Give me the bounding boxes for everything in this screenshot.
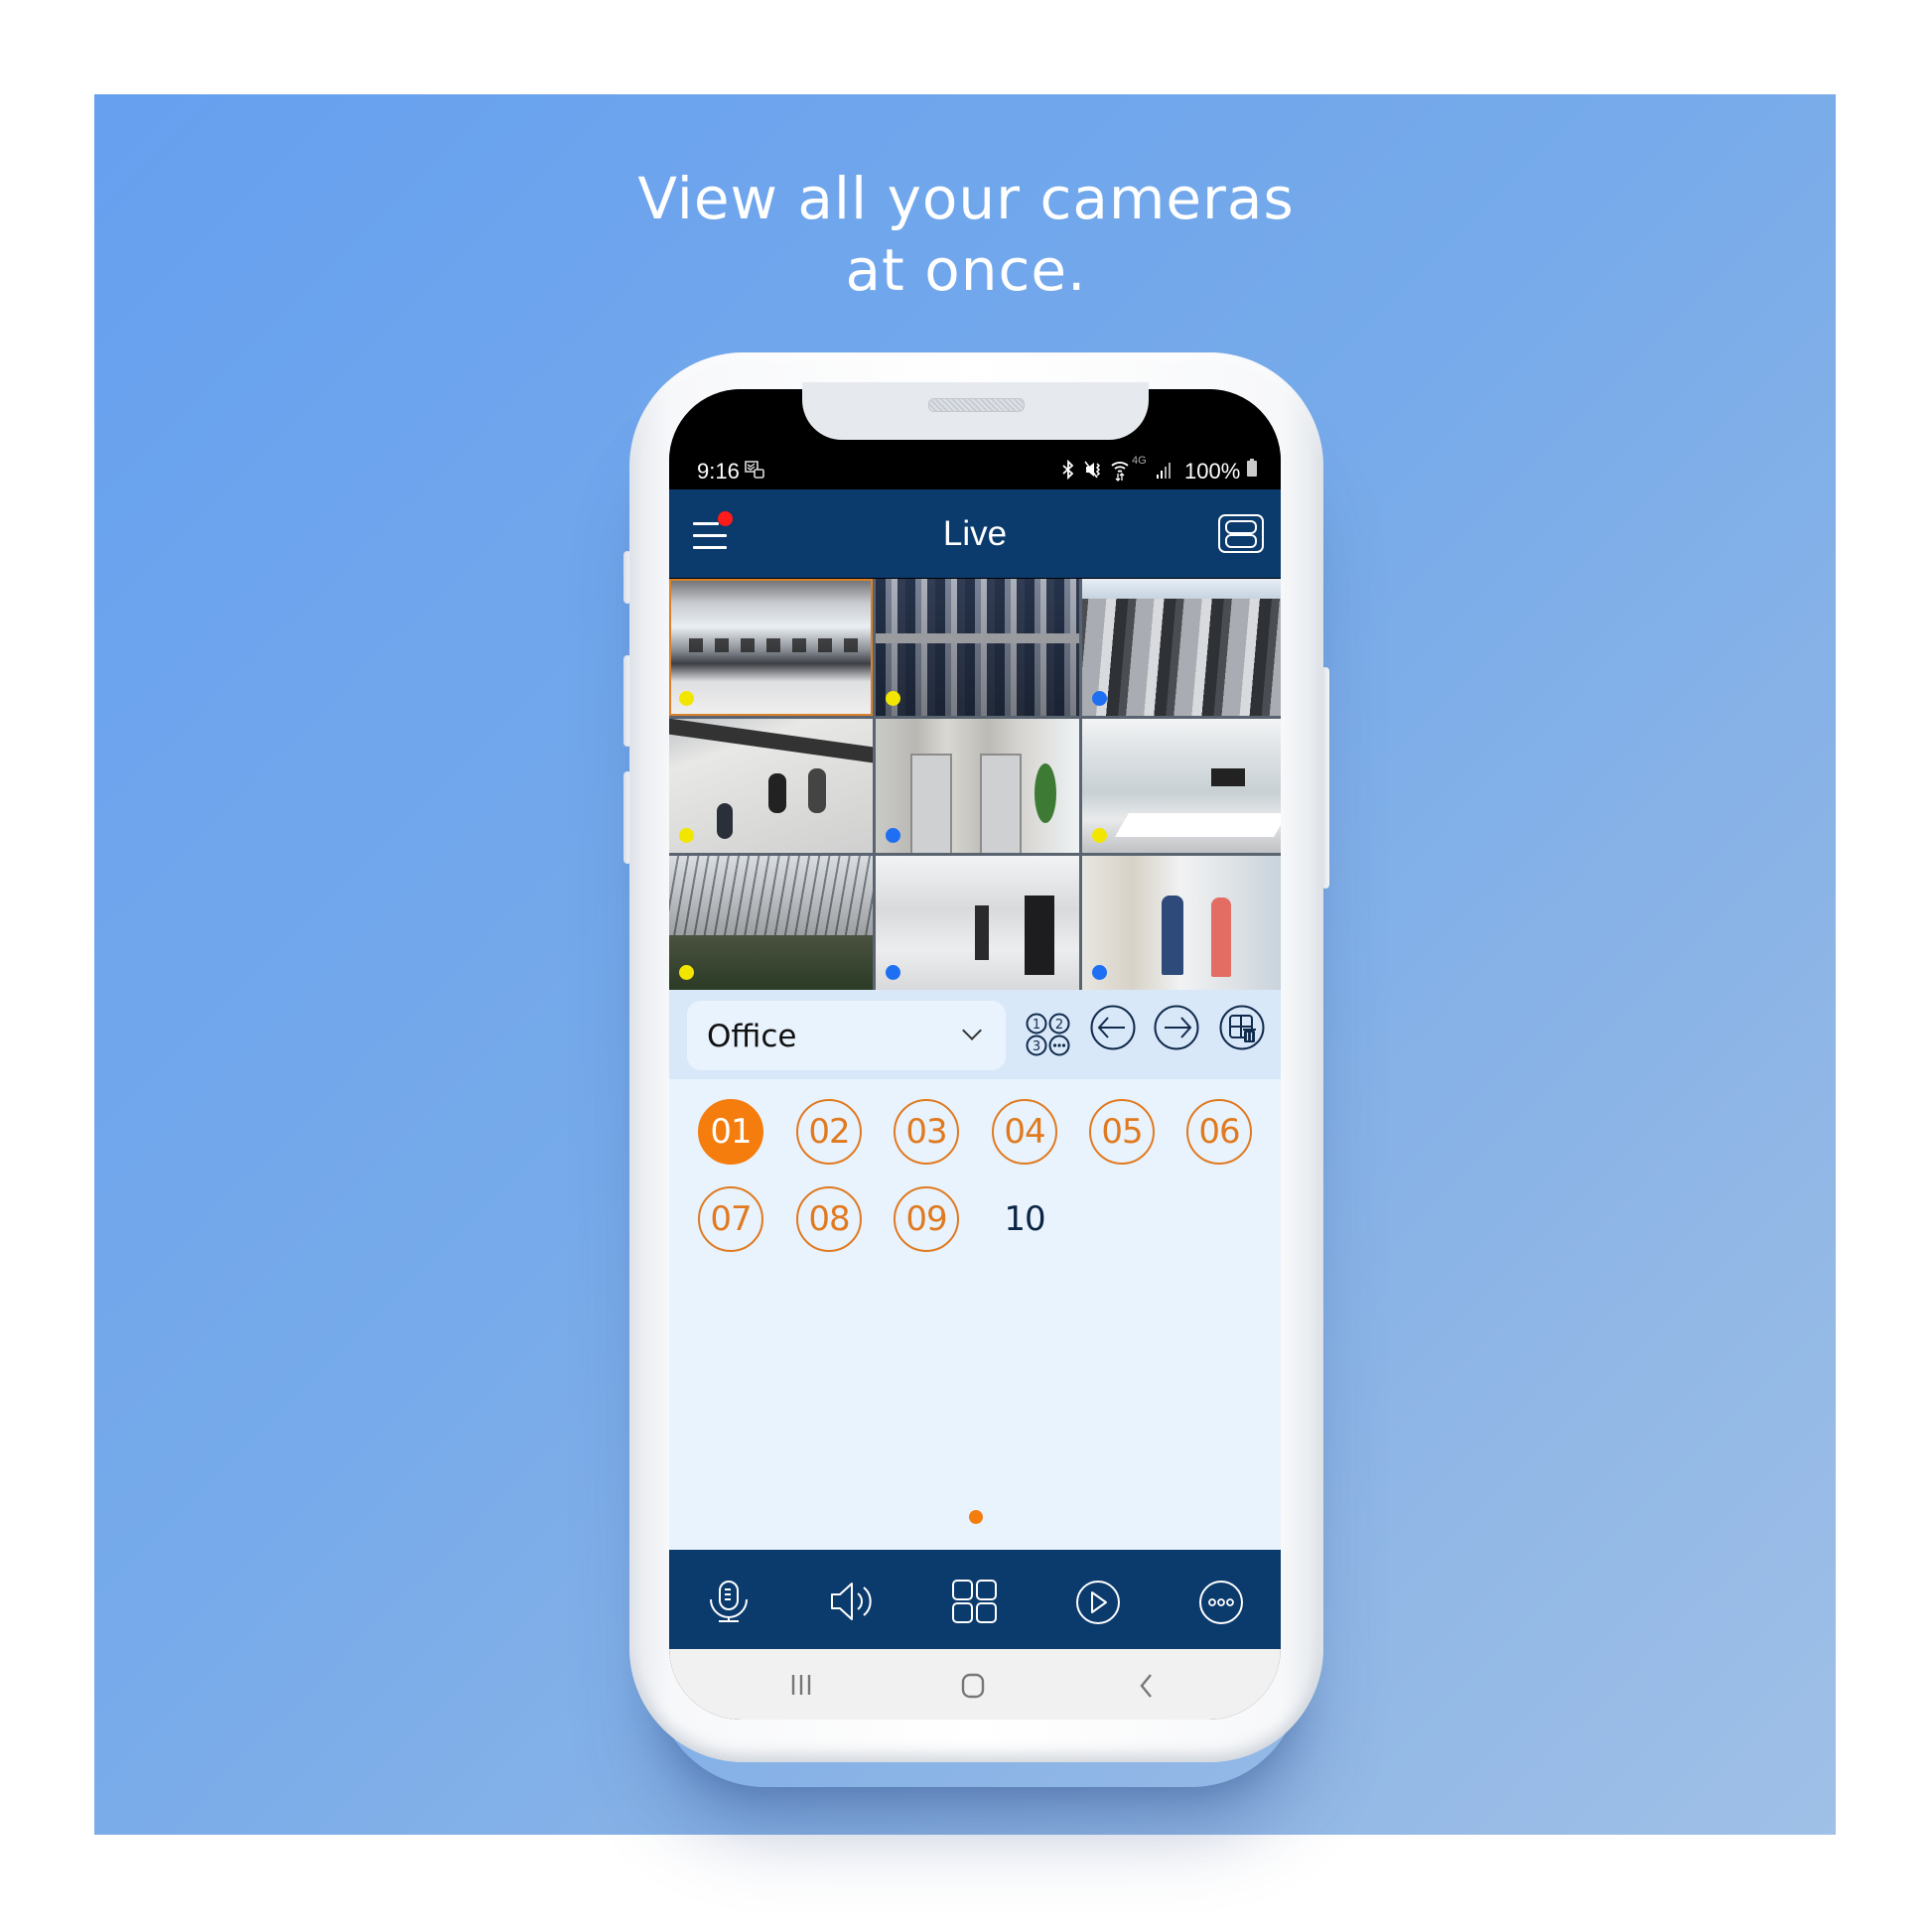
layout-button[interactable] bbox=[951, 1580, 999, 1623]
channel-button[interactable]: 06 bbox=[1186, 1099, 1252, 1165]
channel-button[interactable]: 08 bbox=[796, 1186, 862, 1252]
screenshot-icon bbox=[744, 460, 765, 484]
camera-tile-7[interactable] bbox=[669, 856, 873, 990]
bluetooth-icon bbox=[1060, 459, 1076, 484]
camera-scene-door bbox=[1025, 896, 1054, 975]
page-title: Live bbox=[942, 514, 1008, 553]
playback-button[interactable] bbox=[1074, 1580, 1122, 1624]
camera-scene-person bbox=[768, 773, 786, 813]
headline-line-2: at once. bbox=[845, 236, 1087, 304]
camera-grid bbox=[669, 579, 1281, 990]
camera-status-dot bbox=[679, 691, 694, 706]
playback-icon bbox=[1076, 1581, 1120, 1624]
camera-tile-1[interactable] bbox=[669, 579, 873, 716]
camera-tile-3[interactable] bbox=[1082, 579, 1281, 716]
signal-icon bbox=[1156, 460, 1173, 484]
camera-scene-detail bbox=[1082, 579, 1281, 599]
channel-button[interactable]: 03 bbox=[894, 1099, 959, 1165]
camera-tile-5[interactable] bbox=[876, 719, 1079, 853]
channel-number-icon[interactable]: 1 2 3 bbox=[1026, 1013, 1070, 1056]
group-select[interactable]: Office bbox=[687, 1001, 1006, 1070]
device-list-icon[interactable] bbox=[1218, 514, 1264, 553]
microphone-button[interactable] bbox=[705, 1580, 753, 1623]
phone-earpiece bbox=[928, 398, 1025, 412]
next-page-button[interactable] bbox=[1154, 1005, 1199, 1050]
camera-status-dot bbox=[679, 828, 694, 843]
previous-page-button[interactable] bbox=[1090, 1005, 1136, 1050]
battery-icon bbox=[1246, 458, 1258, 483]
svg-text:1: 1 bbox=[1033, 1018, 1040, 1033]
back-button[interactable] bbox=[1138, 1673, 1156, 1704]
camera-scene-elevator bbox=[910, 754, 952, 853]
camera-status-dot bbox=[1092, 965, 1107, 980]
camera-status-dot bbox=[1092, 691, 1107, 706]
camera-status-dot bbox=[886, 965, 900, 980]
camera-tile-4[interactable] bbox=[669, 719, 873, 853]
headline-line-1: View all your cameras bbox=[637, 165, 1295, 232]
camera-tile-2[interactable] bbox=[876, 579, 1079, 716]
layout-delete-icon bbox=[1219, 1005, 1265, 1050]
back-icon bbox=[1140, 1674, 1152, 1698]
svg-text:2: 2 bbox=[1055, 1018, 1063, 1033]
device-list-icon-slot bbox=[1225, 520, 1257, 534]
camera-scene-plant bbox=[1035, 763, 1056, 823]
home-button[interactable] bbox=[960, 1673, 986, 1704]
device-list-icon-slot bbox=[1225, 534, 1257, 548]
layout-grid-icon bbox=[952, 1580, 997, 1623]
camera-scene-person bbox=[808, 768, 826, 813]
group-select-value: Office bbox=[707, 1019, 797, 1054]
camera-scene-table bbox=[1115, 813, 1281, 837]
microphone-icon bbox=[710, 1581, 748, 1622]
page-indicator-dot[interactable] bbox=[969, 1510, 983, 1524]
recent-apps-icon bbox=[791, 1675, 811, 1695]
channel-button[interactable]: 02 bbox=[796, 1099, 862, 1165]
channel-button[interactable]: 07 bbox=[698, 1186, 763, 1252]
camera-scene-detail bbox=[876, 633, 1079, 643]
channel-button[interactable]: 05 bbox=[1089, 1099, 1155, 1165]
camera-scene-person bbox=[1211, 897, 1231, 977]
camera-tile-6[interactable] bbox=[1082, 719, 1281, 853]
status-time: 9:16 bbox=[697, 459, 740, 483]
bottom-toolbar bbox=[669, 1550, 1281, 1649]
battery-level: 100% bbox=[1184, 459, 1241, 483]
camera-status-dot bbox=[679, 965, 694, 980]
camera-status-dot bbox=[886, 828, 900, 843]
camera-scene-detail bbox=[689, 638, 858, 652]
channel-button[interactable]: 04 bbox=[992, 1099, 1057, 1165]
channel-button[interactable]: 01 bbox=[698, 1099, 763, 1165]
channel-panel: 01 02 03 04 05 06 07 08 09 10 bbox=[669, 1079, 1281, 1550]
camera-scene-detail bbox=[669, 719, 873, 763]
arrow-left-icon bbox=[1090, 1005, 1136, 1050]
speaker-icon bbox=[831, 1583, 872, 1620]
system-nav-bar bbox=[669, 1649, 1281, 1720]
more-button[interactable] bbox=[1197, 1580, 1245, 1624]
home-icon bbox=[961, 1673, 985, 1699]
arrow-right-icon bbox=[1154, 1005, 1199, 1050]
camera-scene-person bbox=[1162, 896, 1183, 975]
more-icon bbox=[1199, 1581, 1243, 1624]
channel-button[interactable]: 10 bbox=[992, 1186, 1057, 1252]
wifi-icon bbox=[1110, 460, 1130, 486]
speaker-button[interactable] bbox=[828, 1580, 876, 1623]
channel-button[interactable]: 09 bbox=[894, 1186, 959, 1252]
4g-icon: 4G bbox=[1132, 455, 1147, 467]
remove-layout-button[interactable] bbox=[1219, 1005, 1265, 1050]
camera-scene-crowd bbox=[669, 935, 873, 990]
camera-tile-8[interactable] bbox=[876, 856, 1079, 990]
svg-text:3: 3 bbox=[1033, 1039, 1040, 1054]
camera-scene-tv bbox=[1211, 768, 1245, 786]
camera-status-dot bbox=[1092, 828, 1107, 843]
camera-scene-person bbox=[717, 803, 733, 839]
vibrate-icon bbox=[1084, 460, 1104, 484]
camera-scene-door bbox=[975, 905, 989, 960]
chevron-down-icon bbox=[962, 1021, 982, 1040]
phone-screen: 9:16 4G 100% Live Office 1 2 3 01 02 03 … bbox=[669, 389, 1281, 1720]
camera-scene-elevator bbox=[980, 754, 1022, 853]
recent-apps-button[interactable] bbox=[790, 1673, 812, 1702]
camera-status-dot bbox=[886, 691, 900, 706]
camera-tile-9[interactable] bbox=[1082, 856, 1281, 990]
grid-toolbar: Office 1 2 3 bbox=[669, 990, 1281, 1079]
